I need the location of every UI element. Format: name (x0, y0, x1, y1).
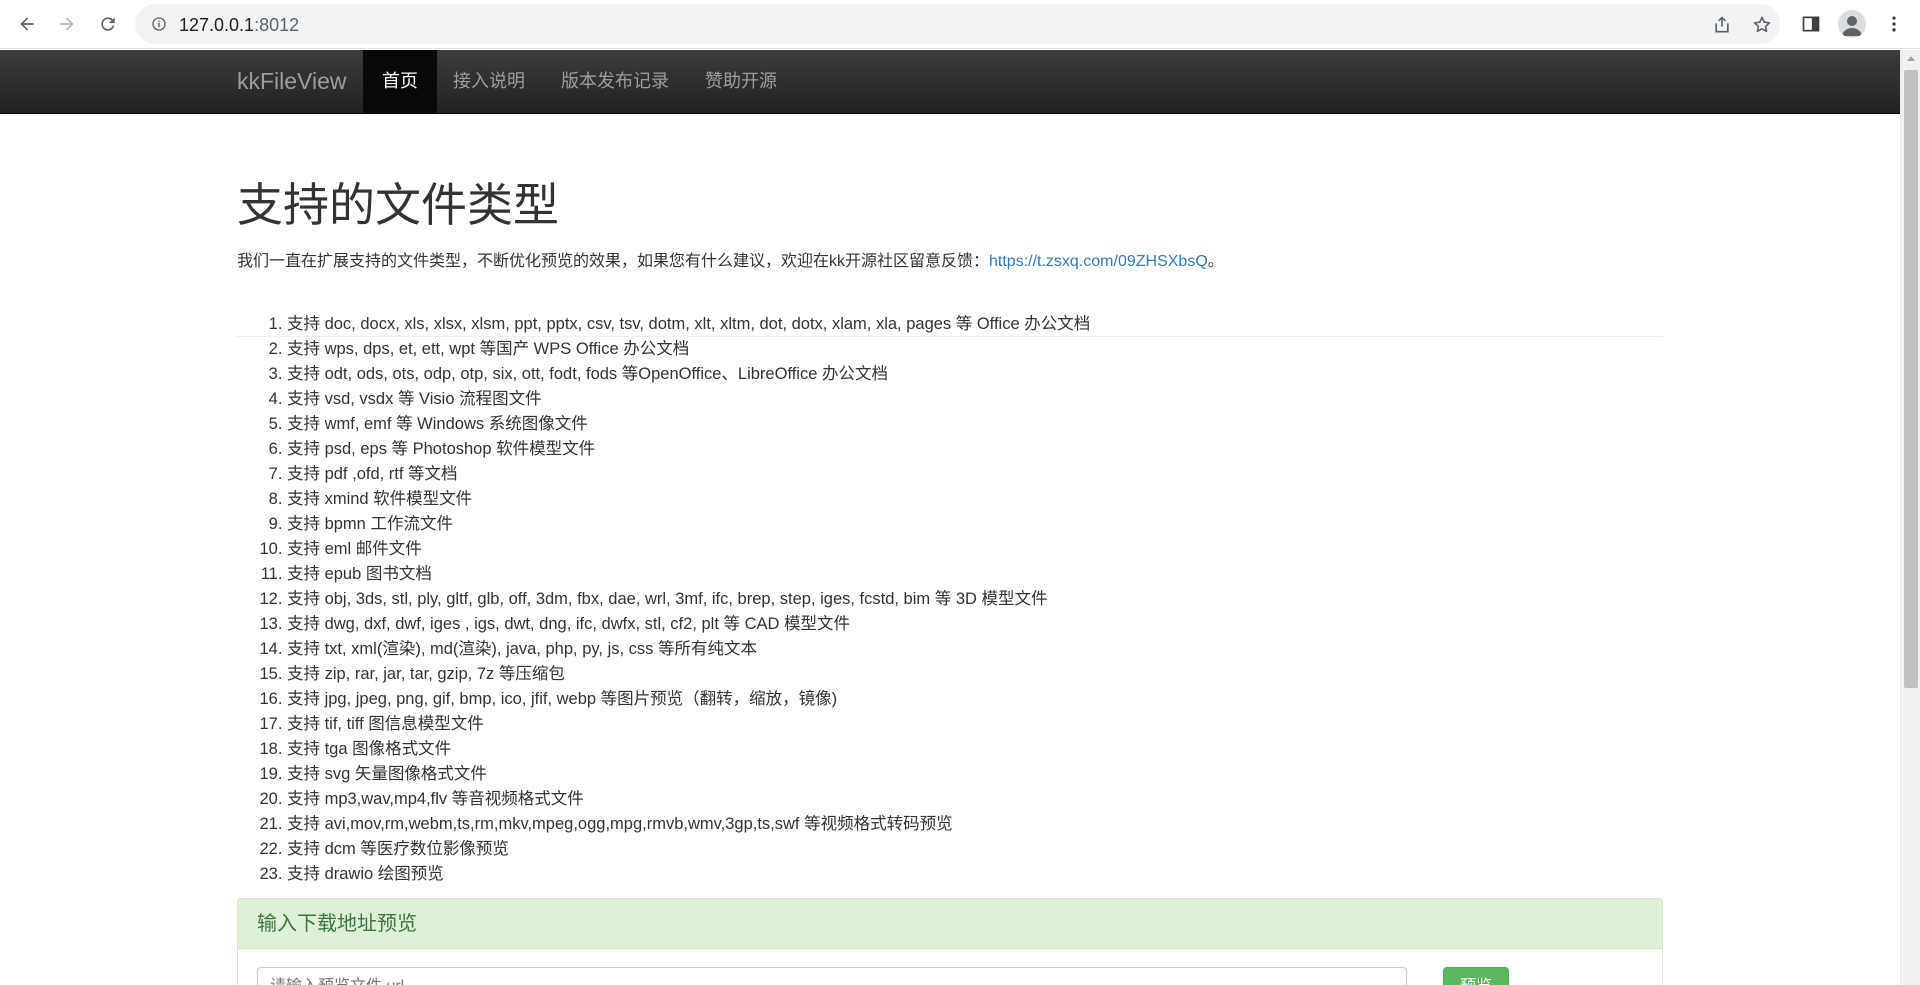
browser-toolbar: 127.0.0.1:8012 (0, 0, 1920, 49)
file-type-item: 支持 jpg, jpeg, png, gif, bmp, ico, jfif, … (287, 687, 1663, 712)
file-type-item: 支持 vsd, vsdx 等 Visio 流程图文件 (287, 387, 1663, 412)
file-type-item: 支持 psd, eps 等 Photoshop 软件模型文件 (287, 437, 1663, 462)
file-type-item: 支持 avi,mov,rm,webm,ts,rm,mkv,mpeg,ogg,mp… (287, 812, 1663, 837)
file-type-item: 支持 odt, ods, ots, odp, otp, six, ott, fo… (287, 362, 1663, 387)
nav-item-integration-guide[interactable]: 接入说明 (434, 50, 544, 113)
file-type-item: 支持 txt, xml(渲染), md(渲染), java, php, py, … (287, 637, 1663, 662)
more-vertical-icon (1892, 16, 1896, 32)
back-button[interactable] (13, 10, 41, 38)
brand-link[interactable]: kkFileView (237, 68, 347, 95)
preview-url-input[interactable] (257, 967, 1407, 985)
file-type-item: 支持 mp3,wav,mp4,flv 等音视频格式文件 (287, 787, 1663, 812)
file-type-item: 支持 tif, tiff 图信息模型文件 (287, 712, 1663, 737)
file-type-item: 支持 eml 邮件文件 (287, 537, 1663, 562)
arrow-right-icon (60, 17, 74, 31)
bookmark-star-icon[interactable] (1751, 14, 1773, 36)
url-text: 127.0.0.1:8012 (179, 15, 300, 35)
share-icon[interactable] (1711, 14, 1733, 36)
file-type-item: 支持 drawio 绘图预览 (287, 862, 1663, 887)
file-type-item: 支持 svg 矢量图像格式文件 (287, 762, 1663, 787)
url-preview-panel: 输入下载地址预览 预览 (237, 898, 1663, 985)
file-type-item: 支持 dcm 等医疗数位影像预览 (287, 837, 1663, 862)
forward-button[interactable] (53, 10, 81, 38)
file-type-item: 支持 obj, 3ds, stl, ply, gltf, glb, off, 3… (287, 587, 1663, 612)
file-type-item: 支持 tga 图像格式文件 (287, 737, 1663, 762)
feedback-link[interactable]: https://t.zsxq.com/09ZHSXbsQ (989, 253, 1208, 270)
file-type-item: 支持 doc, docx, xls, xlsx, xlsm, ppt, pptx… (287, 312, 1663, 337)
page-scrollbar[interactable] (1900, 50, 1920, 985)
reload-icon (101, 17, 115, 31)
page-description: 我们一直在扩展支持的文件类型，不断优化预览的效果，如果您有什么建议，欢迎在kk开… (237, 252, 1224, 270)
scrollbar-thumb[interactable] (1904, 70, 1918, 688)
file-types-list: 支持 doc, docx, xls, xlsx, xlsm, ppt, pptx… (237, 312, 1663, 887)
page-title: 支持的文件类型 (237, 179, 559, 231)
file-type-item: 支持 bpmn 工作流文件 (287, 512, 1663, 537)
reload-button[interactable] (94, 10, 122, 38)
page-viewport: kkFileView 首页 接入说明 版本发布记录 赞助开源 支持的文件类型 我… (0, 50, 1900, 985)
panel-heading: 输入下载地址预览 (238, 899, 1662, 949)
file-type-item: 支持 dwg, dxf, dwf, iges , igs, dwt, dng, … (287, 612, 1663, 637)
menu-button[interactable] (1880, 10, 1908, 38)
nav-item-release-notes[interactable]: 版本发布记录 (542, 50, 688, 113)
side-panel-button[interactable] (1797, 10, 1825, 38)
info-icon[interactable] (151, 16, 167, 32)
file-type-item: 支持 epub 图书文档 (287, 562, 1663, 587)
file-type-item: 支持 xmind 软件模型文件 (287, 487, 1663, 512)
preview-button[interactable]: 预览 (1443, 967, 1509, 985)
nav-item-home[interactable]: 首页 (363, 50, 437, 113)
address-bar[interactable]: 127.0.0.1:8012 (135, 4, 1780, 44)
nav-item-sponsor[interactable]: 赞助开源 (686, 50, 796, 113)
file-type-item: 支持 wmf, emf 等 Windows 系统图像文件 (287, 412, 1663, 437)
person-icon (1842, 16, 1862, 36)
scroll-up-arrow-icon[interactable] (1907, 56, 1915, 61)
arrow-left-icon (20, 17, 34, 31)
side-panel-icon (1802, 16, 1820, 32)
file-type-item: 支持 zip, rar, jar, tar, gzip, 7z 等压缩包 (287, 662, 1663, 687)
profile-avatar[interactable] (1838, 10, 1866, 38)
file-type-item: 支持 pdf ,ofd, rtf 等文档 (287, 462, 1663, 487)
top-navbar: kkFileView 首页 接入说明 版本发布记录 赞助开源 (0, 50, 1900, 114)
file-type-item: 支持 wps, dps, et, ett, wpt 等国产 WPS Office… (287, 337, 1663, 362)
